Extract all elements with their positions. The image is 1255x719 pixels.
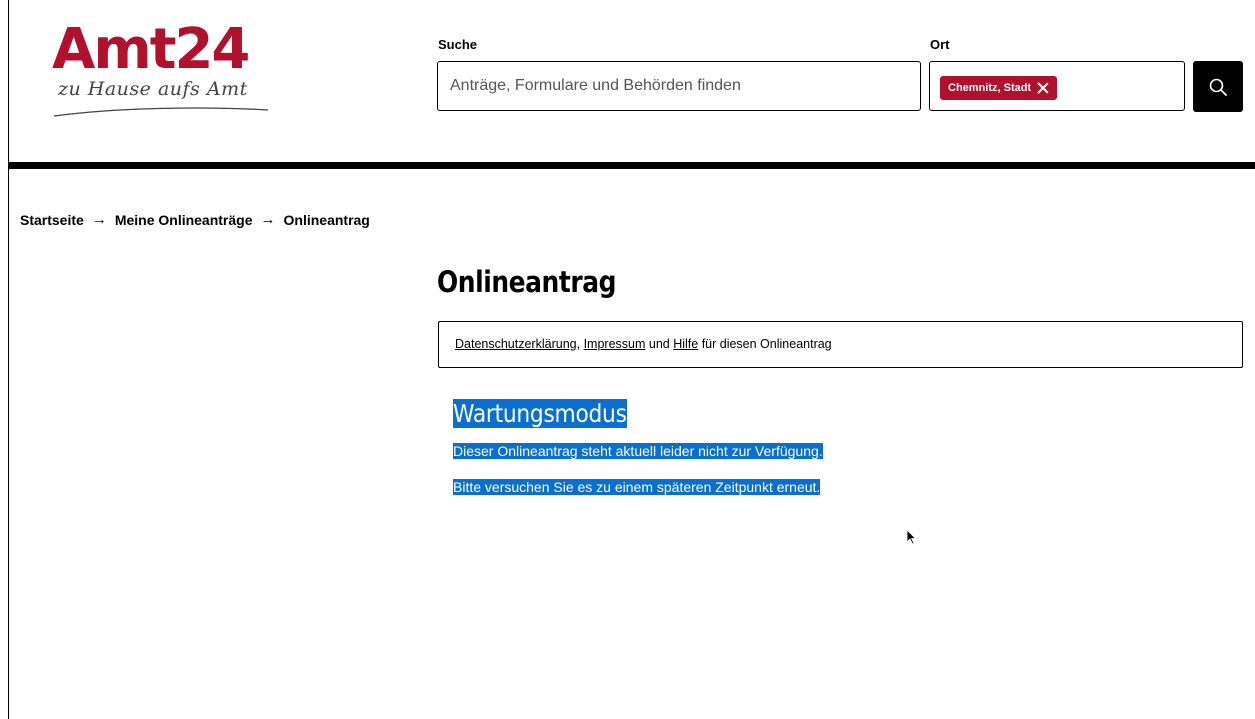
page-title: Onlineantrag (437, 265, 617, 299)
search-label: Suche (438, 37, 478, 52)
mouse-cursor-icon (906, 529, 917, 545)
logo-tagline: zu Hause aufs Amt (58, 78, 248, 100)
header-divider (8, 162, 1255, 169)
maintenance-message-1: Dieser Onlineantrag steht aktuell leider… (453, 443, 823, 460)
maintenance-message-2-text: Bitte versuchen Sie es zu einem späteren… (453, 479, 821, 495)
info-suffix: für diesen Onlineantrag (698, 337, 832, 351)
help-link[interactable]: Hilfe (673, 337, 698, 351)
arrow-right-icon: → (260, 211, 276, 228)
site-header: Amt24 zu Hause aufs Amt Suche Ort Chemni… (0, 0, 1255, 162)
location-chip-label: Chemnitz, Stadt (948, 82, 1032, 94)
search-icon (1209, 78, 1227, 96)
info-box: Datenschutzerklärung, Impressum und Hilf… (438, 321, 1243, 368)
imprint-link[interactable]: Impressum (584, 337, 646, 351)
location-label: Ort (930, 37, 950, 52)
maintenance-title: Wartungsmodus (453, 397, 627, 430)
search-input[interactable] (437, 61, 921, 111)
close-icon[interactable] (1037, 82, 1049, 94)
arrow-right-icon: → (91, 211, 107, 228)
search-button[interactable] (1193, 61, 1243, 112)
breadcrumb-item-onlineantrag: Onlineantrag (283, 212, 370, 228)
breadcrumb-item-startseite[interactable]: Startseite (20, 212, 84, 228)
logo-swoosh-icon (53, 107, 269, 117)
breadcrumb-item-meine-onlineantraege[interactable]: Meine Onlineanträge (115, 212, 253, 228)
privacy-link[interactable]: Datenschutzerklärung (455, 337, 577, 351)
logo-wordmark: Amt24 (52, 17, 250, 82)
info-separator: , (576, 337, 584, 351)
maintenance-message-2: Bitte versuchen Sie es zu einem späteren… (453, 479, 821, 496)
location-chip[interactable]: Chemnitz, Stadt (940, 76, 1058, 100)
maintenance-message-1-text: Dieser Onlineantrag steht aktuell leider… (453, 443, 823, 459)
location-field[interactable]: Chemnitz, Stadt (929, 61, 1185, 111)
info-separator: und (645, 337, 674, 351)
maintenance-title-text: Wartungsmodus (453, 399, 627, 428)
amt24-logo[interactable]: Amt24 zu Hause aufs Amt (52, 22, 272, 122)
breadcrumb: Startseite → Meine Onlineanträge → Onlin… (20, 211, 370, 229)
